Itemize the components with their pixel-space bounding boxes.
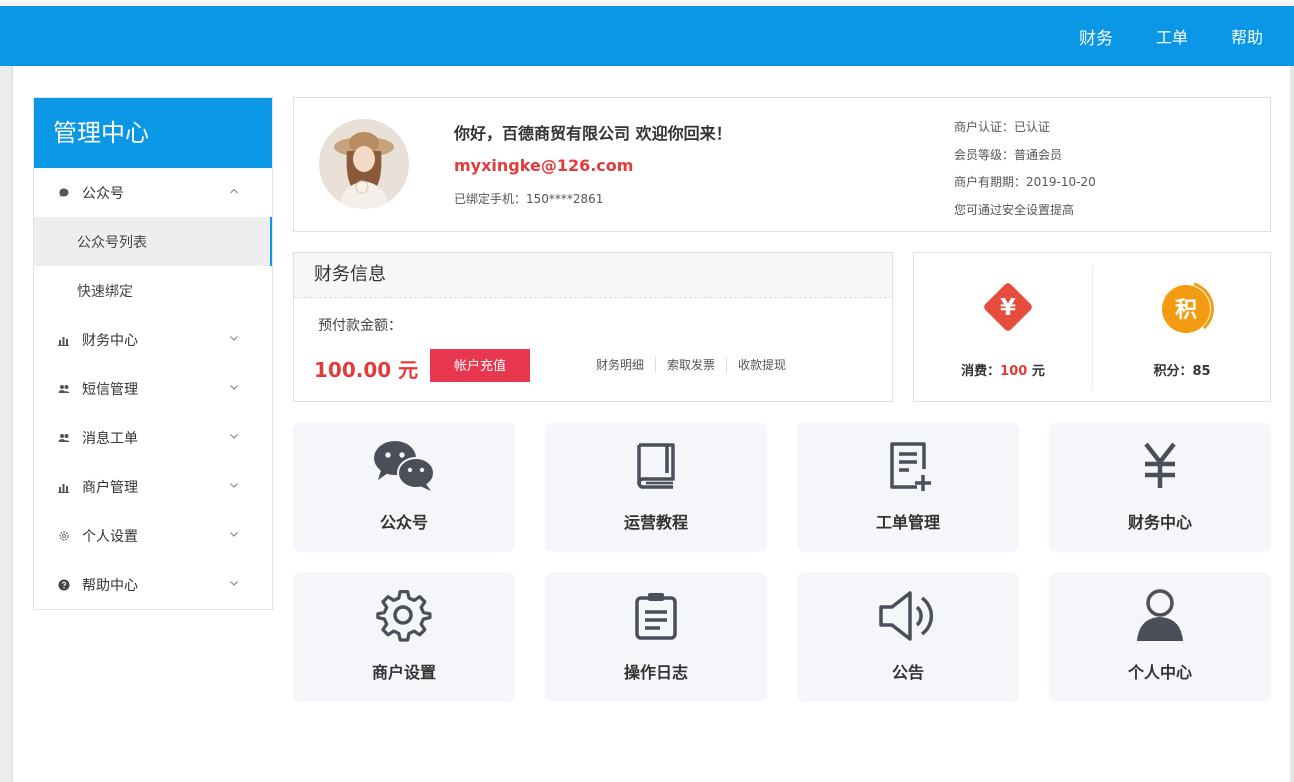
chevron-down-icon: [230, 483, 238, 488]
sidebar-item-label: 财务中心: [82, 332, 138, 349]
yen-icon: [1129, 438, 1191, 494]
top-nav: 财务 工单 帮助: [1079, 6, 1294, 66]
merchant-certification: 商户认证：已认证: [954, 120, 1051, 134]
sidebar-item-label: 消息工单: [82, 430, 138, 447]
greeting-text: 你好，百德商贸有限公司 欢迎你回来！: [454, 124, 732, 143]
chevron-down-icon: [230, 434, 238, 439]
points-value: 85: [1192, 364, 1211, 379]
sidebar-item-help-center[interactable]: 帮助中心: [34, 560, 272, 609]
account-info-list: 商户认证：已认证 会员等级：普通会员 商户有期期：2019-10-20 您可通过…: [954, 114, 1096, 224]
sidebar-item-finance[interactable]: 财务中心: [34, 315, 272, 364]
tile-label: 操作日志: [623, 663, 688, 682]
tile-label: 运营教程: [623, 513, 688, 532]
tile-merchant-settings[interactable]: 商户设置: [293, 572, 515, 702]
user-icon: [1129, 588, 1191, 644]
sidebar-item-label: 短信管理: [82, 381, 138, 398]
book-icon: [625, 438, 687, 494]
sidebar: 管理中心 公众号 公众号列表 快速绑定 财务中心 短信管理 消息工单 商户管理: [33, 97, 273, 610]
tile-label: 公告: [891, 663, 924, 682]
chevron-down-icon: [230, 385, 238, 390]
users-icon: [58, 432, 70, 444]
points-label: 积分：85: [1153, 364, 1211, 379]
sidebar-item-label: 公众号: [82, 185, 124, 202]
left-frame-edge: [0, 66, 13, 782]
tile-label: 工单管理: [875, 513, 940, 532]
profile-card: 你好，百德商贸有限公司 欢迎你回来！ myxingke@126.com 已绑定手…: [293, 97, 1271, 232]
ticket-icon: [877, 438, 939, 494]
sidebar-item-message-ticket[interactable]: 消息工单: [34, 413, 272, 462]
prepay-amount: 100.00 元: [314, 358, 419, 382]
question-icon: [58, 579, 70, 591]
consume-stat[interactable]: ¥ 消费：100 元: [914, 253, 1092, 403]
top-nav-bar: 财务 工单 帮助: [0, 6, 1294, 66]
gear-icon: [373, 588, 435, 644]
sidebar-subitem-account-list[interactable]: 公众号列表: [34, 217, 272, 266]
tile-ticket-management[interactable]: 工单管理: [797, 422, 1019, 552]
chevron-down-icon: [230, 336, 238, 341]
tile-label: 公众号: [379, 513, 428, 532]
finance-title: 财务信息: [294, 253, 892, 298]
prepay-label: 预付款金额：: [318, 318, 402, 334]
sidebar-item-sms[interactable]: 短信管理: [34, 364, 272, 413]
nav-finance[interactable]: 财务: [1079, 24, 1113, 49]
tile-personal-center[interactable]: 个人中心: [1049, 572, 1271, 702]
tile-announcement[interactable]: 公告: [797, 572, 1019, 702]
speaker-icon: [877, 588, 939, 644]
tile-finance-center[interactable]: 财务中心: [1049, 422, 1271, 552]
finance-links: 财务明细 索取发票 收款提现: [585, 357, 797, 373]
consume-label: 消费：100 元: [961, 364, 1045, 379]
tile-label: 个人中心: [1127, 663, 1192, 682]
sidebar-subitem-quick-bind[interactable]: 快速绑定: [34, 266, 272, 315]
chevron-down-icon: [230, 581, 238, 586]
sidebar-item-label: 帮助中心: [82, 577, 138, 594]
tile-label: 财务中心: [1127, 513, 1192, 532]
finance-card: 财务信息 预付款金额： 100.00 元 帐户充值 财务明细 索取发票 收款提现: [293, 252, 893, 402]
right-frame-edge: [1290, 66, 1294, 782]
sidebar-item-label: 商户管理: [82, 479, 138, 496]
tile-label: 商户设置: [371, 663, 436, 682]
nav-help[interactable]: 帮助: [1231, 24, 1263, 48]
chevron-up-icon: [230, 188, 238, 194]
gear-icon: [58, 530, 70, 542]
bar-chart-icon: [58, 481, 70, 493]
tile-operation-log[interactable]: 操作日志: [545, 572, 767, 702]
tile-tutorial[interactable]: 运营教程: [545, 422, 767, 552]
security-tip: 您可通过安全设置提高: [954, 202, 1075, 217]
clipboard-icon: [625, 588, 687, 644]
consume-value: 100: [1000, 364, 1028, 379]
member-level: 会员等级：普通会员: [954, 147, 1063, 162]
yen-diamond-icon: ¥: [984, 283, 1032, 331]
withdraw-link[interactable]: 收款提现: [726, 357, 797, 373]
points-icon: 积: [1162, 282, 1214, 333]
sidebar-item-label: 个人设置: [82, 528, 138, 545]
recharge-button[interactable]: 帐户充值: [430, 349, 530, 382]
finance-detail-link[interactable]: 财务明细: [585, 357, 655, 373]
sidebar-item-personal-settings[interactable]: 个人设置: [34, 511, 272, 560]
bar-chart-icon: [58, 334, 70, 346]
nav-ticket[interactable]: 工单: [1156, 24, 1188, 48]
account-email: myxingke@126.com: [454, 156, 634, 175]
points-stat[interactable]: 积 积分：85: [1093, 253, 1271, 403]
wechat-icon: [373, 438, 435, 494]
tile-official-account[interactable]: 公众号: [293, 422, 515, 552]
avatar[interactable]: [319, 119, 409, 209]
sidebar-item-official-account[interactable]: 公众号: [34, 168, 272, 217]
chat-bubble-icon: [58, 187, 70, 199]
bound-phone: 已绑定手机：150****2861: [454, 192, 604, 206]
chevron-down-icon: [230, 532, 238, 537]
request-invoice-link[interactable]: 索取发票: [655, 357, 726, 373]
svg-text:积: 积: [1175, 298, 1197, 323]
stats-card: ¥ 消费：100 元 积 积分：85: [913, 252, 1271, 402]
svg-text:¥: ¥: [1000, 295, 1016, 321]
sidebar-item-merchant[interactable]: 商户管理: [34, 462, 272, 511]
users-icon: [58, 383, 70, 395]
sidebar-title: 管理中心: [34, 98, 272, 168]
merchant-expiry: 商户有期期：2019-10-20: [954, 175, 1096, 189]
